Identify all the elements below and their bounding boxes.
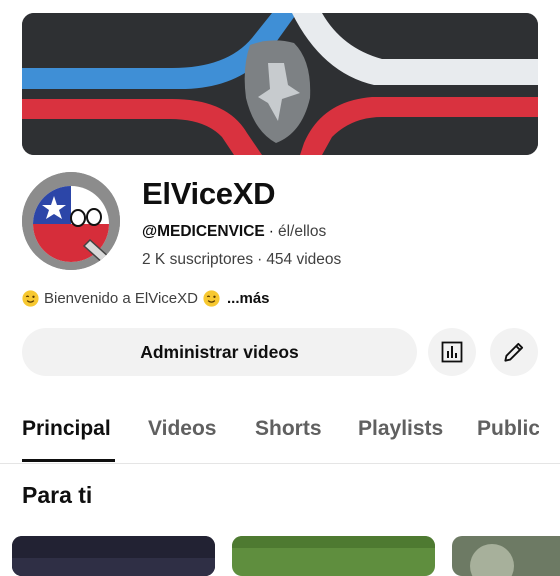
video-thumbnail[interactable]	[452, 536, 560, 576]
more-link[interactable]: ...más	[227, 290, 270, 307]
manage-videos-button[interactable]: Administrar videos	[22, 328, 417, 376]
wink-emoji-icon	[22, 290, 39, 307]
tab-videos[interactable]: Videos	[148, 417, 216, 441]
channel-handle: @MEDICENVICE	[142, 223, 265, 240]
channel-description[interactable]: Bienvenido a ElViceXD ...más	[22, 290, 270, 307]
section-title: Para ti	[22, 482, 93, 508]
video-thumbnail[interactable]	[232, 536, 435, 576]
video-count: 454 videos	[266, 251, 342, 268]
bar-chart-icon	[441, 341, 463, 363]
pencil-icon	[504, 342, 524, 362]
channel-pronouns: él/ellos	[277, 223, 327, 240]
active-tab-indicator	[22, 459, 115, 462]
channel-avatar[interactable]	[22, 172, 120, 270]
video-thumbnail[interactable]	[12, 536, 215, 576]
subscriber-count: 2 K suscriptores	[142, 251, 254, 268]
tab-playlists[interactable]: Playlists	[358, 417, 443, 441]
tab-principal[interactable]: Principal	[22, 417, 111, 441]
channel-stats: 2 K suscriptores · 454 videos	[142, 251, 342, 268]
channel-banner[interactable]	[22, 13, 538, 155]
edit-channel-button[interactable]	[490, 328, 538, 376]
channel-name: ElViceXD	[142, 176, 276, 211]
channel-handle-row: @MEDICENVICE · él/ellos	[142, 223, 327, 240]
channel-tabs: Principal Videos Shorts Playlists Public	[0, 405, 560, 464]
tab-shorts[interactable]: Shorts	[255, 417, 322, 441]
description-text: Bienvenido a ElViceXD	[44, 290, 198, 307]
analytics-button[interactable]	[428, 328, 476, 376]
wink-emoji-icon	[203, 290, 220, 307]
tab-public[interactable]: Public	[477, 417, 539, 441]
